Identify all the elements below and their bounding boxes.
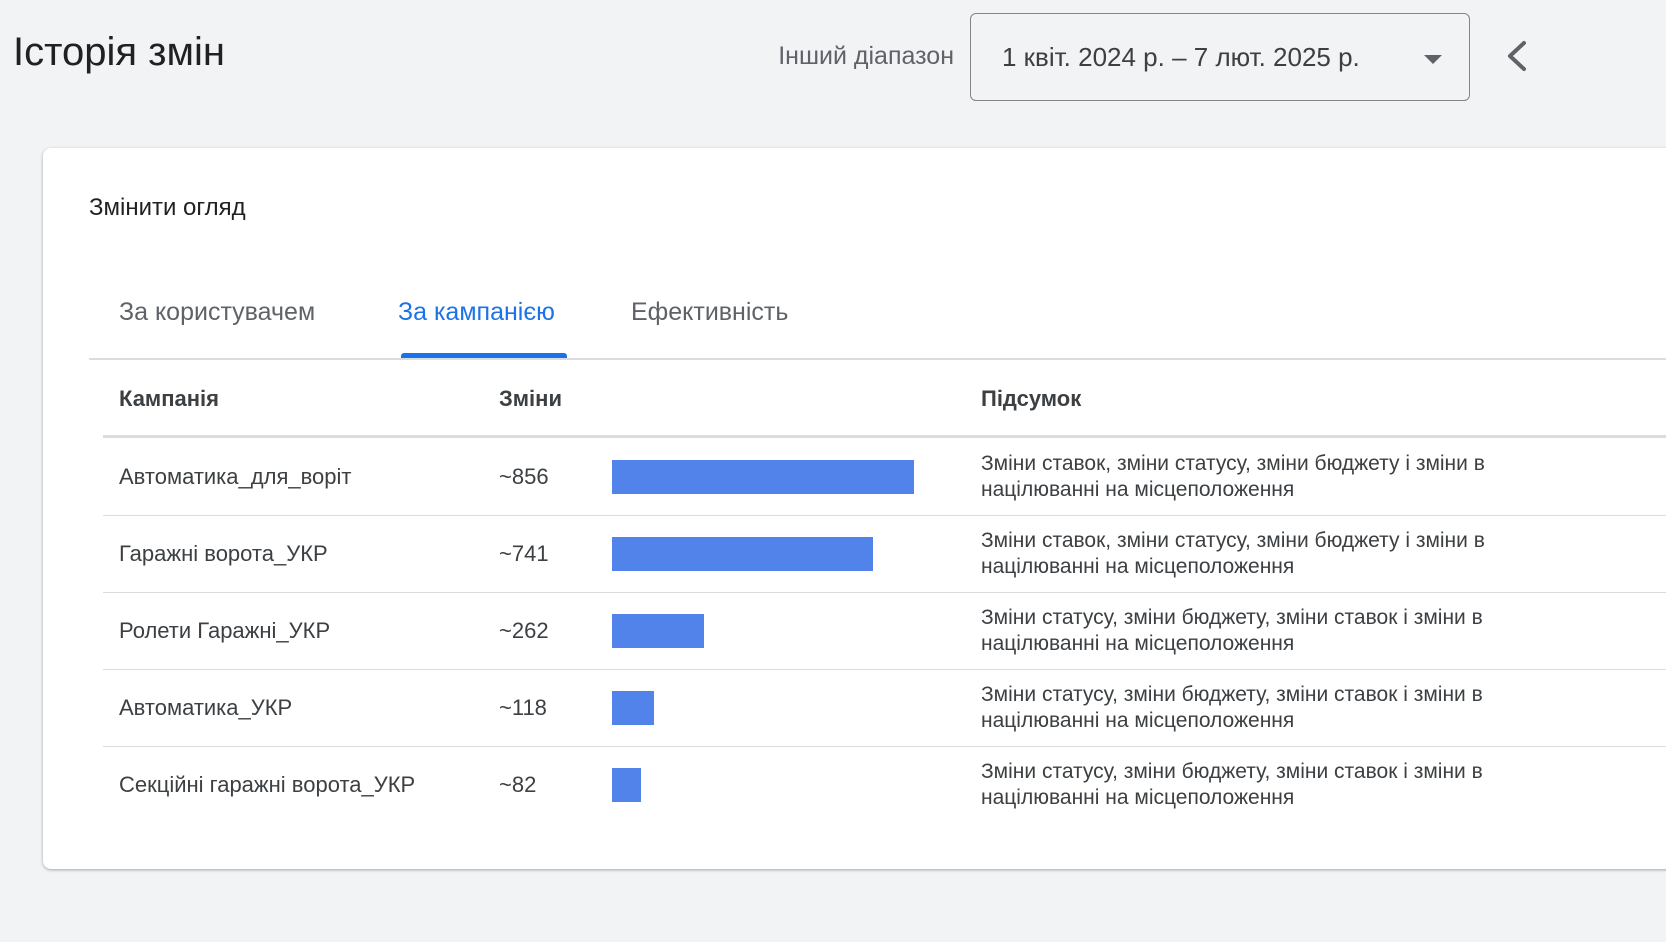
change-summary: Зміни статусу, зміни бюджету, зміни став…: [981, 606, 1483, 655]
change-bar: [612, 537, 873, 571]
change-summary: Зміни ставок, зміни статусу, зміни бюдже…: [981, 529, 1485, 578]
campaign-name[interactable]: Автоматика_для_воріт: [119, 464, 351, 490]
change-overview-card: Змінити огляд За користувачем За кампані…: [43, 148, 1666, 869]
change-count: ~741: [499, 541, 549, 566]
change-bar: [612, 768, 641, 802]
table-row: Секційні гаражні ворота_УКР ~82 Зміни ст…: [103, 746, 1666, 823]
date-range-dropdown[interactable]: 1 квіт. 2024 р. – 7 лют. 2025 р.: [970, 13, 1470, 101]
change-count: ~118: [499, 695, 547, 720]
change-bar-track: [612, 768, 914, 802]
column-header-changes[interactable]: Зміни: [499, 386, 562, 412]
card-title: Змінити огляд: [89, 194, 246, 221]
page-title: Історія змін: [13, 30, 225, 74]
table-row: Ролети Гаражні_УКР ~262 Зміни статусу, з…: [103, 592, 1666, 670]
chevron-left-icon[interactable]: [1496, 34, 1540, 78]
change-count: ~82: [499, 772, 537, 797]
change-summary: Зміни статусу, зміни бюджету, зміни став…: [981, 683, 1483, 732]
change-bar-track: [612, 537, 914, 571]
change-bar: [612, 614, 704, 648]
campaign-name[interactable]: Ролети Гаражні_УКР: [119, 618, 330, 644]
change-summary: Зміни статусу, зміни бюджету, зміни став…: [981, 760, 1483, 809]
change-summary: Зміни ставок, зміни статусу, зміни бюдже…: [981, 452, 1485, 501]
change-bar-track: [612, 691, 914, 725]
date-range-label: Інший діапазон: [778, 42, 954, 70]
dropdown-arrow-icon: [1424, 55, 1442, 64]
change-bar: [612, 691, 654, 725]
change-count: ~856: [499, 464, 549, 489]
change-count: ~262: [499, 618, 549, 643]
change-bar: [612, 460, 914, 494]
tab-by-campaign[interactable]: За кампанією: [398, 298, 555, 327]
tabs-divider: [89, 358, 1666, 360]
table-row: Автоматика_УКР ~118 Зміни статусу, зміни…: [103, 669, 1666, 747]
column-header-campaign[interactable]: Кампанія: [119, 386, 219, 412]
change-bar-track: [612, 614, 914, 648]
campaign-name[interactable]: Секційні гаражні ворота_УКР: [119, 772, 415, 798]
campaign-name[interactable]: Гаражні ворота_УКР: [119, 541, 328, 567]
column-header-summary: Підсумок: [981, 386, 1082, 411]
tab-by-user[interactable]: За користувачем: [119, 298, 315, 327]
table-row: Гаражні ворота_УКР ~741 Зміни ставок, зм…: [103, 515, 1666, 593]
table-row: Автоматика_для_воріт ~856 Зміни ставок, …: [103, 438, 1666, 516]
date-range-value: 1 квіт. 2024 р. – 7 лют. 2025 р.: [1002, 42, 1360, 72]
campaign-name[interactable]: Автоматика_УКР: [119, 695, 292, 721]
tab-performance[interactable]: Ефективність: [631, 298, 788, 327]
change-bar-track: [612, 460, 914, 494]
